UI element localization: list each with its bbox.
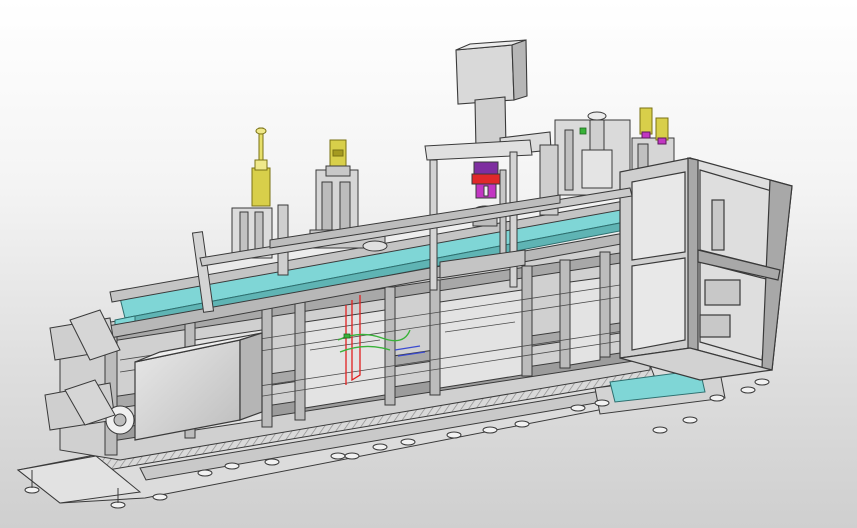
left-vertical-cylinder xyxy=(251,127,271,207)
right-cabinet xyxy=(619,157,793,381)
middle-cylinder xyxy=(325,139,351,177)
press-column xyxy=(455,39,552,156)
cad-viewport[interactable] xyxy=(0,0,857,528)
assembly-line-model xyxy=(16,39,793,509)
